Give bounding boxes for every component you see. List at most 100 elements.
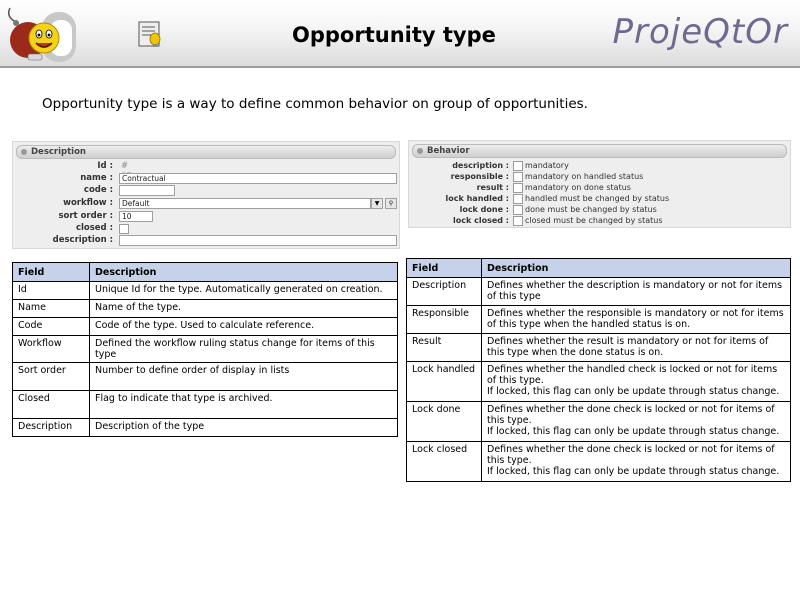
field-cell: Result: [406, 333, 482, 362]
description-panel-title: Description: [31, 147, 86, 157]
description-cell: Flag to indicate that type is archived.: [89, 390, 398, 419]
description-cell: Unique Id for the type. Automatically ge…: [89, 281, 398, 300]
name-input[interactable]: Contractual: [119, 173, 397, 184]
description-cell: Number to define order of display in lis…: [89, 362, 398, 391]
behavior-label: lock handled :: [445, 194, 509, 203]
description-cell: Defines whether the handled check is loc…: [481, 361, 791, 402]
field-cell: Lock done: [406, 401, 482, 442]
table-row: Name Name of the type.: [12, 299, 398, 318]
field-cell: Responsible: [406, 305, 482, 334]
field-cell: Name: [12, 299, 90, 318]
table-row: Lock closed Defines whether the done che…: [406, 441, 791, 482]
table-row: Description Defines whether the descript…: [406, 277, 791, 306]
lock-closed-checkbox[interactable]: [513, 216, 523, 226]
responsible-mandatory-checkbox[interactable]: [513, 172, 523, 182]
behavior-label: result :: [476, 183, 509, 192]
name-label: name :: [80, 173, 113, 183]
description-cell: Code of the type. Used to calculate refe…: [89, 317, 398, 336]
description-panel: Description Id : # 87 name : Contractual…: [12, 141, 400, 249]
description-label: description :: [52, 235, 113, 245]
description-cell: Defines whether the result is mandatory …: [481, 333, 791, 362]
field-cell: Description: [12, 418, 90, 437]
lock-note-text: If locked, this flag can only be update …: [487, 466, 780, 477]
code-input[interactable]: [119, 185, 175, 196]
page-title: Opportunity type: [292, 23, 496, 47]
behavior-text: closed must be changed by status: [525, 216, 663, 225]
description-text: Defines whether the responsible is manda…: [487, 308, 784, 330]
behavior-label: description :: [452, 161, 509, 170]
table-row: Id Unique Id for the type. Automatically…: [12, 281, 398, 300]
behavior-text: mandatory on done status: [525, 183, 631, 192]
description-cell: Description of the type: [89, 418, 398, 437]
description-text: Defines whether the handled check is loc…: [487, 364, 778, 386]
lock-note-text: If locked, this flag can only be update …: [487, 426, 780, 437]
column-header: Field: [406, 258, 482, 278]
description-cell: Defines whether the done check is locked…: [481, 401, 791, 442]
behavior-label: lock done :: [459, 205, 509, 214]
description-input[interactable]: [119, 235, 397, 246]
workflow-label: workflow :: [63, 198, 113, 208]
field-cell: Closed: [12, 390, 90, 419]
behavior-label: responsible :: [450, 172, 509, 181]
table-row: Code Code of the type. Used to calculate…: [12, 317, 398, 336]
description-mandatory-checkbox[interactable]: [513, 161, 523, 171]
search-icon[interactable]: ⚲: [385, 198, 397, 209]
lock-note-text: If locked, this flag can only be update …: [487, 386, 780, 397]
description-cell: Defines whether the responsible is manda…: [481, 305, 791, 334]
description-text: Defines whether the description is manda…: [487, 280, 783, 302]
behavior-label: lock closed :: [453, 216, 509, 225]
column-header: Field: [12, 262, 90, 282]
description-panel-header[interactable]: Description: [16, 145, 396, 159]
table-row: Lock handled Defines whether the handled…: [406, 361, 791, 402]
lock-handled-checkbox[interactable]: [513, 194, 523, 204]
table-row: Result Defines whether the result is man…: [406, 333, 791, 362]
sort-order-input[interactable]: 10: [119, 211, 153, 222]
description-text: Defines whether the done check is locked…: [487, 404, 775, 426]
table-row: Lock done Defines whether the done check…: [406, 401, 791, 442]
description-cell: Defines whether the description is manda…: [481, 277, 791, 306]
field-cell: Description: [406, 277, 482, 306]
description-cell: Name of the type.: [89, 299, 398, 318]
field-cell: Lock handled: [406, 361, 482, 402]
behavior-panel-header[interactable]: Behavior: [412, 144, 787, 158]
description-cell: Defines whether the done check is locked…: [481, 441, 791, 482]
table-row: Workflow Defined the workflow ruling sta…: [12, 335, 398, 363]
code-label: code :: [83, 185, 113, 195]
id-label: Id :: [97, 161, 113, 171]
slide-header: Opportunity type ProjeQtOr: [0, 0, 800, 68]
sort-order-label: sort order :: [58, 211, 113, 221]
behavior-panel: Behavior description : mandatory respons…: [408, 140, 791, 228]
table-header-row: Field Description: [406, 258, 791, 278]
field-cell: Id: [12, 281, 90, 300]
collapse-icon[interactable]: [417, 147, 423, 154]
notes-icon[interactable]: [137, 20, 165, 50]
table-row: Responsible Defines whether the responsi…: [406, 305, 791, 334]
column-header: Description: [481, 258, 791, 278]
result-mandatory-checkbox[interactable]: [513, 183, 523, 193]
behavior-text: mandatory: [525, 161, 569, 170]
behavior-text: handled must be changed by status: [525, 194, 670, 203]
intro-text: Opportunity type is a way to define comm…: [42, 96, 588, 112]
behavior-fields-table: Field Description Description Defines wh…: [406, 258, 791, 482]
chevron-down-icon[interactable]: ▼: [371, 198, 383, 209]
description-text: Defines whether the done check is locked…: [487, 444, 775, 466]
field-cell: Sort order: [12, 362, 90, 391]
column-header: Description: [89, 262, 398, 282]
collapse-icon[interactable]: [21, 148, 27, 155]
field-cell: Lock closed: [406, 441, 482, 482]
field-cell: Workflow: [12, 335, 90, 363]
field-cell: Code: [12, 317, 90, 336]
lock-done-checkbox[interactable]: [513, 205, 523, 215]
table-row: Sort order Number to define order of dis…: [12, 362, 398, 391]
workflow-select[interactable]: Default: [119, 198, 371, 209]
closed-label: closed :: [75, 223, 113, 233]
closed-checkbox[interactable]: [119, 224, 129, 234]
mascot-logo-icon: [6, 6, 80, 64]
table-row: Closed Flag to indicate that type is arc…: [12, 390, 398, 419]
behavior-text: done must be changed by status: [525, 205, 657, 214]
table-header-row: Field Description: [12, 262, 398, 282]
description-cell: Defined the workflow ruling status chang…: [89, 335, 398, 363]
brand-logo-text: ProjeQtOr: [612, 12, 788, 52]
description-text: Defines whether the result is mandatory …: [487, 336, 769, 358]
table-row: Description Description of the type: [12, 418, 398, 437]
